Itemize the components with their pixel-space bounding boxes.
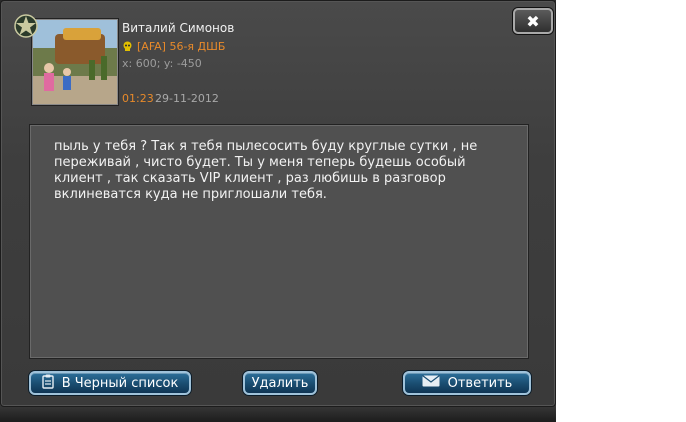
sender-avatar[interactable] [32,19,118,105]
close-icon: ✖ [526,11,540,31]
clan-emblem-icon [13,13,39,39]
sender-clan[interactable]: [AFA] 56-я ДШБ [122,40,225,53]
skull-icon [122,41,133,52]
sender-coords: x: 600; y: -450 [122,57,202,70]
message-date: 29-11-2012 [155,92,219,105]
clan-label: [AFA] 56-я ДШБ [137,40,226,53]
delete-button[interactable]: Удалить [243,371,317,395]
clipboard-icon [41,374,54,393]
sender-name[interactable]: Виталий Симонов [122,21,234,35]
blacklist-label: В Черный список [61,375,179,391]
close-button[interactable]: ✖ [513,8,553,34]
message-time: 01:23 [122,92,154,105]
message-body: пыль у тебя ? Так я тебя пылесосить буду… [29,124,529,359]
blacklist-button[interactable]: В Черный список [29,371,191,395]
message-window: Виталий Симонов [AFA] 56-я ДШБ x: 600; y… [0,0,556,407]
envelope-icon [421,375,440,391]
delete-label: Удалить [251,375,309,391]
reply-label: Ответить [447,375,513,391]
reply-button[interactable]: Ответить [403,371,531,395]
message-text: пыль у тебя ? Так я тебя пылесосить буду… [54,139,482,202]
